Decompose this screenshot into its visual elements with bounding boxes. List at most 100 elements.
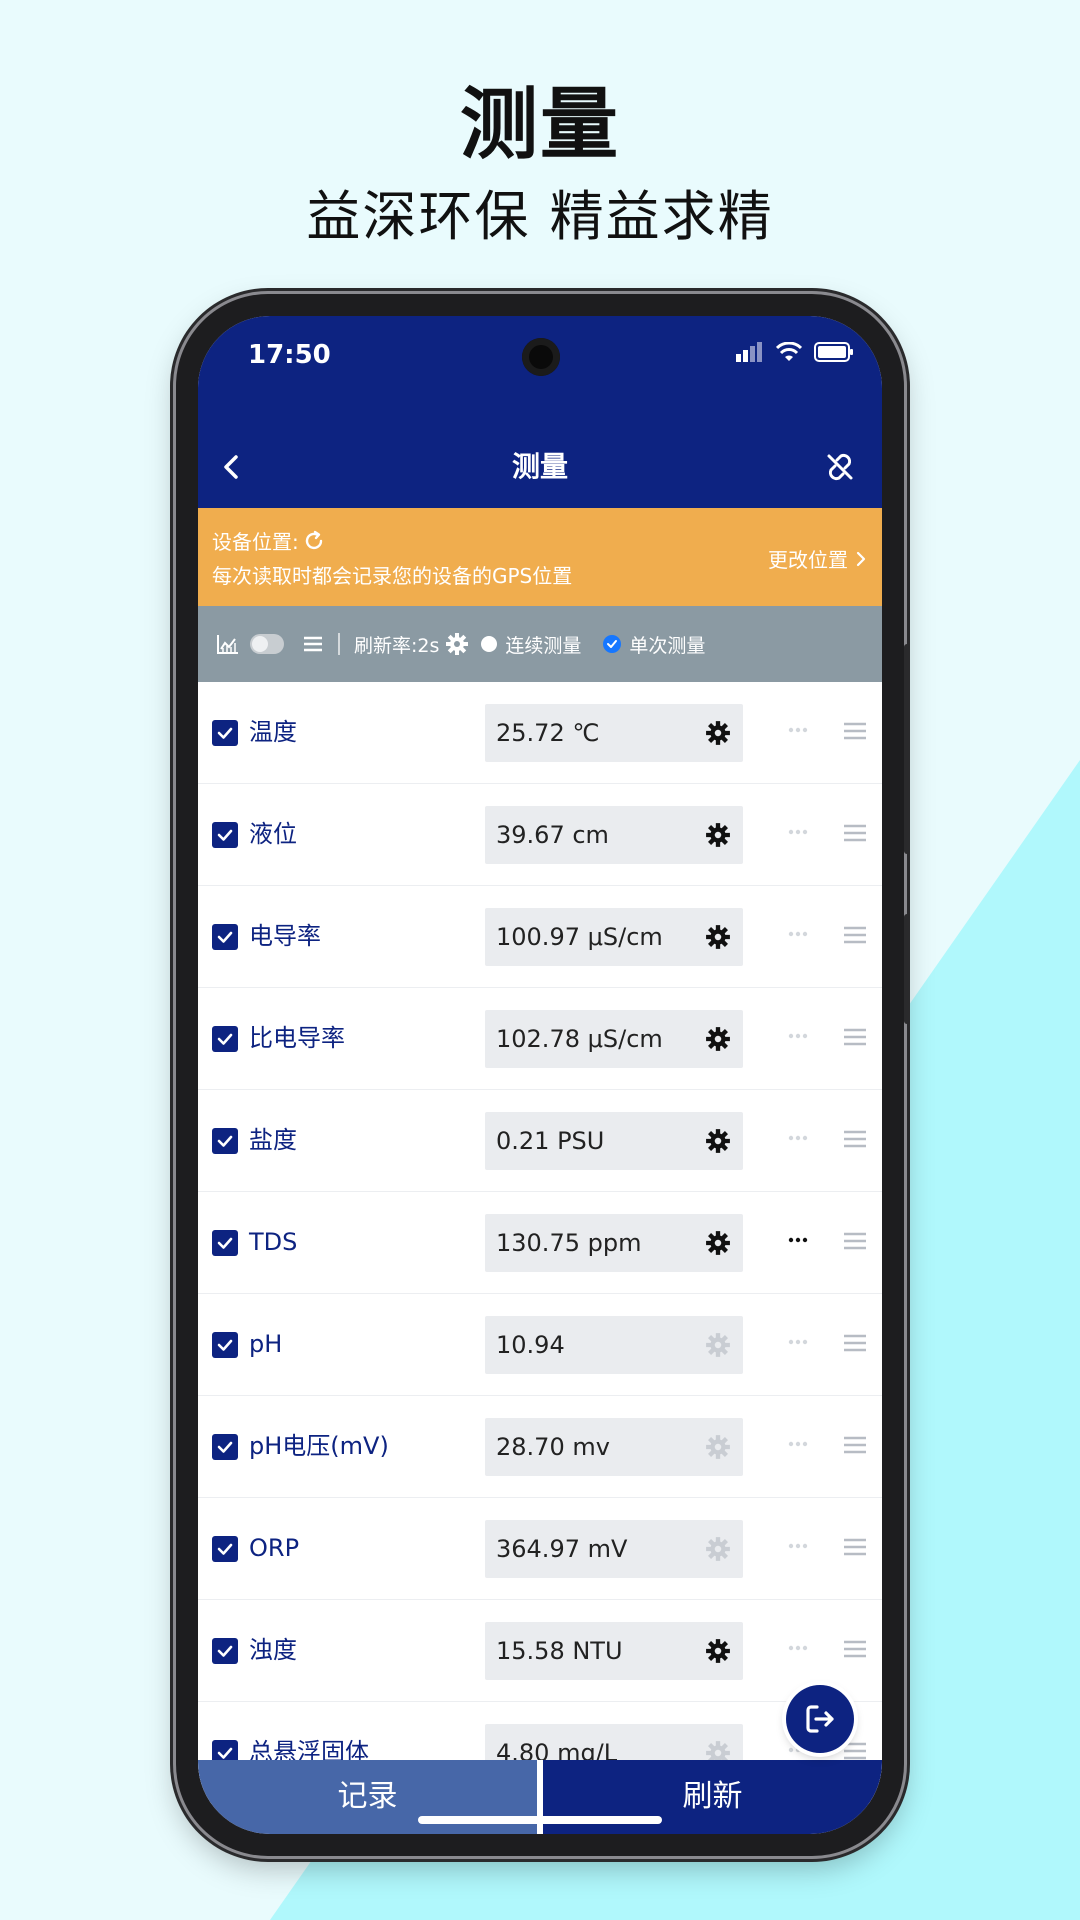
- promo-title: 测量: [459, 80, 620, 170]
- check-icon: [607, 640, 618, 648]
- measurement-value: 39.67 cm: [496, 821, 609, 849]
- single-label[interactable]: 单次测量: [629, 631, 705, 658]
- measurement-list: 温度 25.72 ℃ 液位 39.67 cm 电导率 100.97 μS/cm …: [198, 682, 882, 1804]
- drag-handle-icon[interactable]: [842, 1228, 868, 1254]
- continuous-radio[interactable]: [481, 636, 498, 652]
- measurement-row: 浊度 15.58 NTU: [198, 1600, 882, 1702]
- gear-icon[interactable]: [705, 1026, 731, 1052]
- change-location-button[interactable]: 更改位置: [768, 544, 868, 573]
- gear-icon[interactable]: [705, 1230, 731, 1256]
- measurement-label: 液位: [249, 820, 297, 848]
- more-icon[interactable]: [786, 820, 810, 844]
- measurement-checkbox[interactable]: [212, 1434, 238, 1460]
- measurement-label: pH电压(mV): [249, 1432, 389, 1460]
- measurement-checkbox[interactable]: [212, 1332, 238, 1358]
- measurement-label: 温度: [249, 718, 297, 746]
- measurement-value-box: 130.75 ppm: [485, 1214, 743, 1272]
- measurement-row: 电导率 100.97 μS/cm: [198, 886, 882, 988]
- measurement-checkbox[interactable]: [212, 1230, 238, 1256]
- phone-frame: 17:50 测量 设备位置: 每次读取时都会记录您的设备的GPS位置 更改位置 …: [176, 294, 910, 1856]
- nav-bar: 测量: [198, 426, 882, 508]
- check-icon: [217, 1237, 233, 1249]
- gear-icon[interactable]: [705, 1638, 731, 1664]
- drag-handle-icon[interactable]: [842, 1330, 868, 1356]
- gear-icon[interactable]: [705, 720, 731, 746]
- measurement-label: 浊度: [249, 1636, 297, 1664]
- drag-handle-icon[interactable]: [842, 1126, 868, 1152]
- change-location-label: 更改位置: [768, 548, 848, 572]
- single-radio[interactable]: [603, 635, 622, 653]
- location-hint: 每次读取时都会记录您的设备的GPS位置: [212, 564, 573, 588]
- gear-icon[interactable]: [705, 924, 731, 950]
- measurement-value: 10.94: [496, 1331, 565, 1359]
- battery-icon: [814, 342, 853, 362]
- check-icon: [217, 1645, 233, 1657]
- signal-icon: [736, 342, 762, 362]
- measurement-value-box: 28.70 mv: [485, 1418, 743, 1476]
- drag-handle-icon[interactable]: [842, 1534, 868, 1560]
- refresh-rate[interactable]: 刷新率:2s: [354, 631, 439, 658]
- more-icon[interactable]: [786, 1534, 810, 1558]
- exit-button[interactable]: [786, 1685, 854, 1753]
- chart-toggle[interactable]: [250, 634, 284, 654]
- wifi-icon: [776, 342, 802, 361]
- measurement-checkbox[interactable]: [212, 822, 238, 848]
- list-icon[interactable]: [302, 634, 324, 654]
- more-icon[interactable]: [786, 1432, 810, 1456]
- check-icon: [217, 727, 233, 739]
- unlink-icon[interactable]: [822, 449, 858, 485]
- measurement-checkbox[interactable]: [212, 1536, 238, 1562]
- measurement-checkbox[interactable]: [212, 924, 238, 950]
- measurement-label: ORP: [249, 1534, 300, 1562]
- more-icon[interactable]: [786, 1024, 810, 1048]
- continuous-label[interactable]: 连续测量: [505, 631, 581, 658]
- measurement-checkbox[interactable]: [212, 720, 238, 746]
- refresh-icon[interactable]: [303, 530, 325, 552]
- drag-handle-icon[interactable]: [842, 1432, 868, 1458]
- check-icon: [217, 1441, 233, 1453]
- measurement-value-box: 364.97 mV: [485, 1520, 743, 1578]
- gear-icon[interactable]: [445, 632, 469, 656]
- toolbar-divider: [338, 633, 340, 655]
- location-banner: 设备位置: 每次读取时都会记录您的设备的GPS位置 更改位置: [198, 508, 882, 606]
- more-icon[interactable]: [786, 1228, 810, 1252]
- logout-icon: [806, 1705, 834, 1733]
- gear-icon[interactable]: [705, 1536, 731, 1562]
- more-icon[interactable]: [786, 718, 810, 742]
- check-icon: [217, 1033, 233, 1045]
- chart-icon[interactable]: [216, 633, 240, 655]
- check-icon: [217, 1339, 233, 1351]
- measurement-row: 比电导率 102.78 μS/cm: [198, 988, 882, 1090]
- measurement-row: TDS 130.75 ppm: [198, 1192, 882, 1294]
- measurement-value-box: 10.94: [485, 1316, 743, 1374]
- measurement-label: 电导率: [249, 922, 321, 950]
- measurement-value-box: 25.72 ℃: [485, 704, 743, 762]
- measurement-row: 液位 39.67 cm: [198, 784, 882, 886]
- phone-side-button: [904, 914, 910, 1024]
- drag-handle-icon[interactable]: [842, 1024, 868, 1050]
- measurement-row: 温度 25.72 ℃: [198, 682, 882, 784]
- gear-icon[interactable]: [705, 822, 731, 848]
- drag-handle-icon[interactable]: [842, 922, 868, 948]
- drag-handle-icon[interactable]: [842, 820, 868, 846]
- measurement-value-box: 0.21 PSU: [485, 1112, 743, 1170]
- gear-icon[interactable]: [705, 1332, 731, 1358]
- gear-icon[interactable]: [705, 1128, 731, 1154]
- measurement-checkbox[interactable]: [212, 1026, 238, 1052]
- measurement-row: 盐度 0.21 PSU: [198, 1090, 882, 1192]
- measurement-label: 比电导率: [249, 1024, 345, 1052]
- more-icon[interactable]: [786, 1126, 810, 1150]
- more-icon[interactable]: [786, 1636, 810, 1660]
- measurement-value-box: 100.97 μS/cm: [485, 908, 743, 966]
- drag-handle-icon[interactable]: [842, 718, 868, 744]
- gear-icon[interactable]: [705, 1434, 731, 1460]
- measurement-label: TDS: [249, 1228, 298, 1256]
- measurement-value: 28.70 mv: [496, 1433, 610, 1461]
- measurement-checkbox[interactable]: [212, 1128, 238, 1154]
- measurement-row: ORP 364.97 mV: [198, 1498, 882, 1600]
- more-icon[interactable]: [786, 1330, 810, 1354]
- drag-handle-icon[interactable]: [842, 1636, 868, 1662]
- more-icon[interactable]: [786, 922, 810, 946]
- page-title: 测量: [511, 450, 568, 483]
- measurement-checkbox[interactable]: [212, 1638, 238, 1664]
